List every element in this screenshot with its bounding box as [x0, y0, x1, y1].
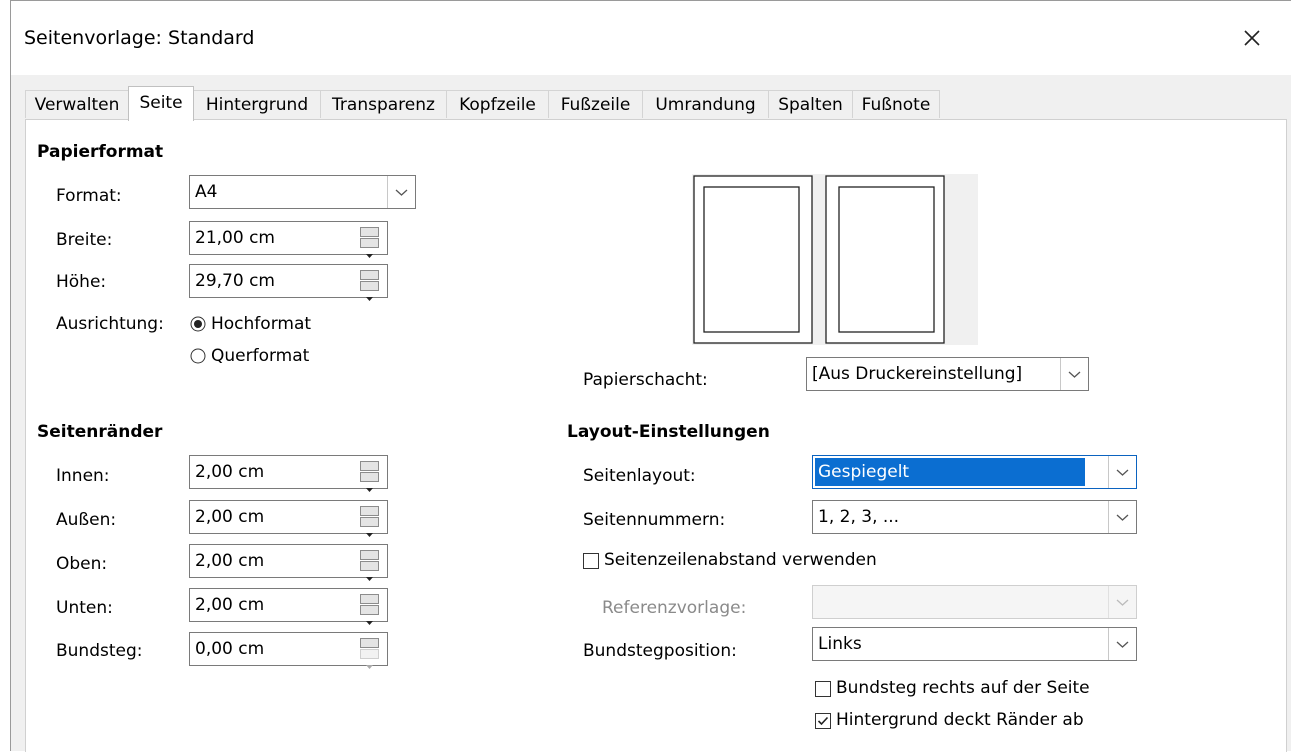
- tab-spalten[interactable]: Spalten: [768, 90, 853, 118]
- format-label: Format:: [56, 186, 122, 206]
- bundstegposition-label: Bundstegposition:: [583, 641, 737, 661]
- bundsteg-field[interactable]: 0,00 cm: [189, 632, 388, 669]
- unten-field[interactable]: 2,00 cm: [189, 588, 388, 625]
- hoehe-spinner[interactable]: [360, 270, 379, 301]
- tab-verwalten[interactable]: Verwalten: [25, 90, 129, 118]
- aussen-field[interactable]: 2,00 cm: [189, 500, 388, 537]
- seitennummern-dropdown[interactable]: 1, 2, 3, ...: [812, 500, 1137, 534]
- spin-down-icon: [360, 649, 379, 669]
- page-style-dialog: Seitenvorlage: Standard Verwalten Seite …: [10, 0, 1291, 752]
- tab-fussnote[interactable]: Fußnote: [852, 90, 940, 118]
- aussen-value: 2,00 cm: [195, 507, 265, 527]
- spin-down-icon[interactable]: [360, 605, 379, 625]
- tab-fusszeile[interactable]: Fußzeile: [548, 90, 643, 118]
- bundsteg-label: Bundsteg:: [56, 641, 143, 661]
- hintergrund-raender-checkbox[interactable]: [815, 713, 831, 729]
- chevron-down-icon[interactable]: [1108, 628, 1136, 660]
- innen-spinner[interactable]: [360, 461, 379, 492]
- tab-umrandung[interactable]: Umrandung: [642, 90, 769, 118]
- dialog-title: Seitenvorlage: Standard: [24, 27, 255, 49]
- chevron-down-icon[interactable]: [1108, 456, 1136, 488]
- format-value: A4: [195, 182, 218, 202]
- chevron-down-icon[interactable]: [387, 176, 415, 208]
- papierschacht-dropdown[interactable]: [Aus Druckereinstellung]: [806, 357, 1089, 391]
- seitenlayout-value: Gespiegelt: [815, 458, 1085, 486]
- breite-spinner[interactable]: [360, 227, 379, 258]
- tab-seite[interactable]: Seite: [128, 86, 194, 121]
- seitenlayout-dropdown[interactable]: Gespiegelt: [812, 455, 1137, 489]
- bundsteg-rechts-checkbox[interactable]: [815, 681, 831, 697]
- querformat-radio[interactable]: [190, 348, 206, 364]
- papierschacht-value: [Aus Druckereinstellung]: [812, 364, 1023, 384]
- spin-down-icon[interactable]: [360, 561, 379, 581]
- seitenlayout-label: Seitenlayout:: [583, 466, 696, 486]
- tab-panel-seite: Papierformat Format: A4 Breite: 21,00 cm…: [25, 119, 1287, 752]
- innen-label: Innen:: [56, 466, 110, 486]
- spin-down-icon[interactable]: [360, 281, 379, 301]
- seitenraender-heading: Seitenränder: [37, 422, 163, 442]
- spin-up-icon[interactable]: [360, 270, 379, 290]
- bundsteg-rechts-label[interactable]: Bundsteg rechts auf der Seite: [836, 678, 1090, 698]
- papierformat-heading: Papierformat: [37, 142, 164, 162]
- tab-kopfzeile[interactable]: Kopfzeile: [446, 90, 549, 118]
- seitenzeilenabstand-label[interactable]: Seitenzeilenabstand verwenden: [604, 550, 877, 570]
- chevron-down-icon[interactable]: [1060, 358, 1088, 390]
- papierschacht-label: Papierschacht:: [583, 370, 708, 390]
- aussen-spinner[interactable]: [360, 506, 379, 537]
- seitennummern-label: Seitennummern:: [583, 510, 726, 530]
- hochformat-label[interactable]: Hochformat: [211, 314, 311, 334]
- spin-up-icon[interactable]: [360, 506, 379, 526]
- page-preview: [692, 174, 978, 345]
- unten-label: Unten:: [56, 598, 113, 618]
- bundstegposition-value: Links: [818, 634, 862, 654]
- hoehe-field[interactable]: 29,70 cm: [189, 264, 388, 301]
- breite-field[interactable]: 21,00 cm: [189, 221, 388, 258]
- hochformat-radio[interactable]: [190, 316, 206, 332]
- referenzvorlage-dropdown: [812, 585, 1137, 619]
- spin-up-icon[interactable]: [360, 550, 379, 570]
- hoehe-label: Höhe:: [56, 272, 107, 292]
- close-icon[interactable]: [1237, 23, 1267, 53]
- hoehe-value: 29,70 cm: [195, 271, 275, 291]
- aussen-label: Außen:: [56, 510, 117, 530]
- spin-down-icon[interactable]: [360, 517, 379, 537]
- layout-heading: Layout-Einstellungen: [567, 422, 770, 442]
- breite-value: 21,00 cm: [195, 228, 275, 248]
- seitenzeilenabstand-checkbox[interactable]: [583, 553, 599, 569]
- spin-down-icon[interactable]: [360, 472, 379, 492]
- spin-up-icon[interactable]: [360, 638, 379, 658]
- bundstegposition-dropdown[interactable]: Links: [812, 627, 1137, 661]
- oben-value: 2,00 cm: [195, 551, 265, 571]
- innen-field[interactable]: 2,00 cm: [189, 455, 388, 492]
- innen-value: 2,00 cm: [195, 462, 265, 482]
- referenzvorlage-label: Referenzvorlage:: [602, 598, 747, 618]
- spin-up-icon[interactable]: [360, 594, 379, 614]
- bundsteg-value: 0,00 cm: [195, 639, 265, 659]
- unten-spinner[interactable]: [360, 594, 379, 625]
- oben-field[interactable]: 2,00 cm: [189, 544, 388, 581]
- title-bar: Seitenvorlage: Standard: [11, 1, 1291, 75]
- format-dropdown[interactable]: A4: [189, 175, 416, 209]
- spin-down-icon[interactable]: [360, 238, 379, 258]
- oben-label: Oben:: [56, 554, 108, 574]
- querformat-label[interactable]: Querformat: [211, 346, 309, 366]
- chevron-down-icon: [1108, 586, 1136, 618]
- chevron-down-icon[interactable]: [1108, 501, 1136, 533]
- bundsteg-spinner[interactable]: [360, 638, 379, 669]
- mirrored-pages-preview-icon: [693, 175, 945, 344]
- seitennummern-value: 1, 2, 3, ...: [818, 507, 900, 527]
- spin-up-icon[interactable]: [360, 227, 379, 247]
- spin-up-icon[interactable]: [360, 461, 379, 481]
- tab-hintergrund[interactable]: Hintergrund: [193, 90, 321, 118]
- tab-transparenz[interactable]: Transparenz: [320, 90, 447, 118]
- hintergrund-raender-label[interactable]: Hintergrund deckt Ränder ab: [836, 710, 1084, 730]
- unten-value: 2,00 cm: [195, 595, 265, 615]
- breite-label: Breite:: [56, 230, 113, 250]
- ausrichtung-label: Ausrichtung:: [56, 314, 164, 334]
- oben-spinner[interactable]: [360, 550, 379, 581]
